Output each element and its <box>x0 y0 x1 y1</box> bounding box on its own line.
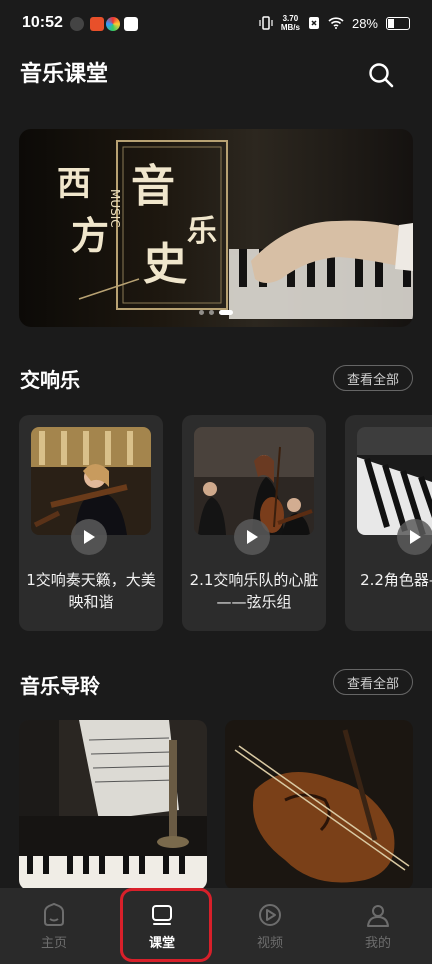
tab-label: 我的 <box>364 936 391 951</box>
speed-unit: MB/s <box>280 23 300 32</box>
guide-thumbnail <box>225 720 413 890</box>
network-speed: 3.70 MB/s <box>281 14 300 32</box>
battery-percent: 28% <box>351 15 378 31</box>
guide-card[interactable] <box>19 720 207 890</box>
course-card[interactable]: 2.2角色器——木 <box>345 415 432 631</box>
banner-artwork: 西 方 音 乐 史 MUSIC <box>57 140 413 319</box>
page-title: 音乐课堂 <box>20 62 109 87</box>
app-notification-icon <box>90 17 104 31</box>
bottom-tab-bar: 主页 课堂 视频 我的 <box>0 888 432 964</box>
course-title: 2.2角色器——木 <box>360 571 432 589</box>
play-icon[interactable] <box>397 519 432 555</box>
profile-icon <box>367 905 389 927</box>
app-notification-icon <box>124 17 138 31</box>
page-header: 音乐课堂 <box>20 58 412 94</box>
tab-label: 视频 <box>256 936 283 951</box>
wifi-icon <box>328 17 344 29</box>
carousel-dot-active <box>219 310 233 315</box>
banner-text: 史 <box>143 239 187 290</box>
banner-text: 方 <box>71 213 109 258</box>
play-icon[interactable] <box>71 519 107 555</box>
app-notification-icon <box>106 17 120 31</box>
guide-thumbnail <box>19 720 207 890</box>
banner-text: 西 <box>57 164 91 204</box>
course-title: 2.1交响乐队的心脏——弦乐组 <box>189 571 319 611</box>
course-title: 1交响奏天籁，大美映和谐 <box>26 571 156 611</box>
play-icon[interactable] <box>234 519 270 555</box>
section-title-symphony: 交响乐 <box>20 368 80 392</box>
tab-video[interactable]: 视频 <box>216 888 324 964</box>
banner-text: 音 <box>131 161 175 212</box>
tab-profile[interactable]: 我的 <box>324 888 432 964</box>
view-all-button-guide[interactable]: 查看全部 <box>333 669 413 695</box>
course-thumbnail <box>357 427 432 535</box>
banner-subtext: MUSIC <box>108 189 122 228</box>
vibrate-icon <box>259 16 273 30</box>
section-title-guide: 音乐导聆 <box>20 674 100 698</box>
status-bar: 10:52 3.70 MB/s 28% <box>0 0 432 50</box>
selection-highlight <box>120 888 212 962</box>
symphony-card-list[interactable]: 1交响奏天籁，大美映和谐 2.1交响乐队的心脏——弦乐组 2.2角色器 <box>19 415 432 633</box>
sim-icon <box>308 17 319 29</box>
search-icon[interactable] <box>368 62 394 88</box>
view-all-button-symphony[interactable]: 查看全部 <box>333 365 413 391</box>
carousel-dot <box>199 310 204 315</box>
guide-card[interactable] <box>225 720 413 890</box>
status-time: 10:52 <box>22 14 63 31</box>
course-card[interactable]: 2.1交响乐队的心脏——弦乐组 <box>182 415 326 631</box>
banner-text: 乐 <box>187 214 217 249</box>
battery-icon <box>386 16 410 30</box>
carousel-indicator <box>199 310 233 315</box>
banner-carousel[interactable]: 西 方 音 乐 史 MUSIC <box>19 129 413 327</box>
tab-label: 主页 <box>40 936 67 951</box>
video-icon <box>259 904 281 926</box>
app-notification-icon <box>70 17 84 31</box>
course-card[interactable]: 1交响奏天籁，大美映和谐 <box>19 415 163 631</box>
status-indicators: 3.70 MB/s 28% <box>259 14 410 32</box>
home-icon <box>44 902 64 926</box>
speed-value: 3.70 <box>282 14 299 23</box>
carousel-dot <box>209 310 214 315</box>
tab-home[interactable]: 主页 <box>0 888 108 964</box>
